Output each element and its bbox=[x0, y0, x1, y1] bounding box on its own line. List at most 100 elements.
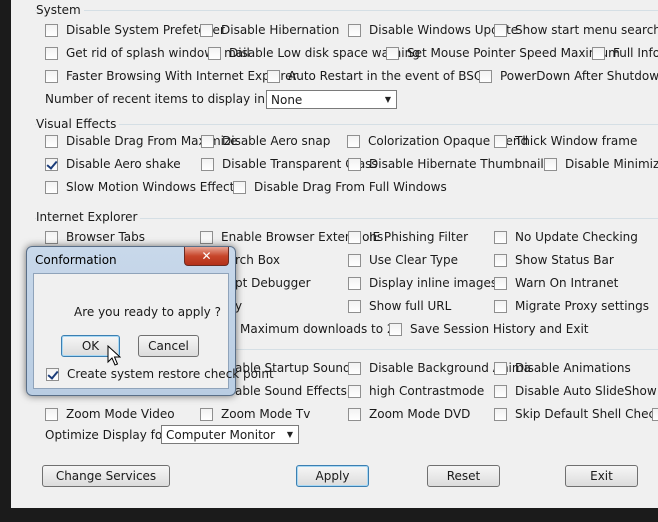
visual-group-title: Visual Effects bbox=[36, 117, 120, 131]
checkbox-inline-images[interactable]: Display inline images bbox=[348, 275, 497, 291]
apply-button[interactable]: Apply bbox=[296, 465, 369, 487]
checkbox-box[interactable] bbox=[652, 407, 658, 421]
checkbox-box[interactable] bbox=[494, 361, 507, 375]
checkbox-migrate-proxy[interactable]: Migrate Proxy settings bbox=[494, 298, 649, 314]
checkbox-box[interactable] bbox=[348, 361, 361, 375]
checkbox-disable-minimize[interactable]: Disable Minimize an bbox=[544, 156, 658, 172]
checkbox-box[interactable] bbox=[233, 180, 246, 194]
sound-effects-label: able Sound Effects bbox=[235, 384, 347, 398]
dialog-body: Are you ready to apply ? OK Cancel Creat… bbox=[33, 273, 274, 389]
checkbox-status-bar[interactable]: Show Status Bar bbox=[494, 252, 614, 268]
checkbox-box[interactable] bbox=[494, 230, 507, 244]
checkbox-box[interactable] bbox=[494, 407, 507, 421]
max-downloads-label: Maximum downloads to 20 bbox=[240, 322, 403, 336]
checkbox-disable-animations[interactable]: Disable Animations bbox=[494, 360, 631, 376]
checkbox-show-start-search[interactable]: Show start menu search bbox=[494, 22, 658, 38]
change-services-button[interactable]: Change Services bbox=[42, 465, 170, 487]
checkbox-slow-motion[interactable]: Slow Motion Windows Effects bbox=[45, 179, 241, 195]
checkbox-box[interactable] bbox=[45, 46, 58, 60]
checkbox-mouse-speed[interactable]: Set Mouse Pointer Speed Maximum bbox=[386, 45, 620, 61]
checkbox-save-session[interactable]: Save Session History and Exit bbox=[389, 321, 589, 337]
dialog-title: Conformation bbox=[35, 253, 117, 267]
checkbox-full-url[interactable]: Show full URL bbox=[348, 298, 451, 314]
checkbox-disable-windows-update[interactable]: Disable Windows Update bbox=[348, 22, 518, 38]
exit-button[interactable]: Exit bbox=[565, 465, 638, 487]
jumplist-select[interactable]: None ▼ bbox=[266, 90, 397, 109]
mouse-pointer-icon bbox=[107, 345, 121, 366]
checkbox-zoom-video[interactable]: Zoom Mode Video bbox=[45, 406, 175, 422]
checkbox-skip-shell-check[interactable]: Skip Default Shell Check bbox=[494, 406, 658, 422]
checkbox-box[interactable] bbox=[200, 230, 213, 244]
optimize-display-label: Optimize Display for bbox=[45, 428, 168, 442]
checkbox-restore-point[interactable]: Create system restore check point bbox=[46, 366, 274, 382]
system-group-title: System bbox=[36, 3, 84, 17]
optimize-display-select[interactable]: Computer Monitor ▼ bbox=[161, 425, 299, 444]
checkbox-aero-snap[interactable]: Disable Aero snap bbox=[201, 133, 330, 149]
cancel-button[interactable]: Cancel bbox=[138, 335, 199, 357]
checkbox-warn-intranet[interactable]: Warn On Intranet bbox=[494, 275, 618, 291]
checkbox-box[interactable] bbox=[45, 23, 58, 37]
checkbox-disable-prefetcher[interactable]: Disable System Prefetcher bbox=[45, 22, 225, 38]
ie-search-box-label: rch Box bbox=[235, 253, 280, 267]
checkbox-box[interactable] bbox=[544, 157, 557, 171]
checkbox-no-update-checking[interactable]: No Update Checking bbox=[494, 229, 638, 245]
checkbox-box[interactable] bbox=[45, 180, 58, 194]
checkbox-box[interactable] bbox=[348, 23, 361, 37]
checkbox-box[interactable] bbox=[200, 407, 213, 421]
checkbox-box[interactable] bbox=[494, 384, 507, 398]
ie-script-debugger-label: pt Debugger bbox=[235, 276, 311, 290]
checkbox-box[interactable] bbox=[348, 276, 361, 290]
checkbox-box[interactable] bbox=[201, 134, 214, 148]
system-group-border bbox=[35, 10, 658, 12]
checkbox-aero-shake[interactable]: Disable Aero shake bbox=[45, 156, 181, 172]
checkbox-box[interactable] bbox=[200, 23, 213, 37]
checkbox-box-checked[interactable] bbox=[46, 367, 59, 381]
checkbox-box[interactable] bbox=[348, 253, 361, 267]
checkbox-box[interactable] bbox=[494, 253, 507, 267]
checkbox-box[interactable] bbox=[494, 299, 507, 313]
checkbox-box-checked[interactable] bbox=[45, 157, 58, 171]
checkbox-box[interactable] bbox=[592, 46, 605, 60]
checkbox-auto-slideshow[interactable]: Disable Auto SlideShow bbox=[494, 383, 657, 399]
checkbox-box[interactable] bbox=[45, 407, 58, 421]
reset-button[interactable]: Reset bbox=[427, 465, 500, 487]
checkbox-full-inform[interactable]: Full Inform bbox=[592, 45, 658, 61]
checkbox-box[interactable] bbox=[386, 46, 399, 60]
checkbox-box[interactable] bbox=[45, 69, 58, 83]
checkbox-box[interactable] bbox=[45, 134, 58, 148]
checkbox-box[interactable] bbox=[347, 134, 360, 148]
checkbox-box[interactable] bbox=[348, 299, 361, 313]
checkbox-box[interactable] bbox=[389, 322, 402, 336]
checkbox-zoom-tv[interactable]: Zoom Mode Tv bbox=[200, 406, 310, 422]
checkbox-box[interactable] bbox=[348, 384, 361, 398]
checkbox-box[interactable] bbox=[267, 69, 280, 83]
chevron-down-icon: ▼ bbox=[286, 430, 294, 439]
checkbox-box[interactable] bbox=[494, 276, 507, 290]
checkbox-box[interactable] bbox=[348, 157, 361, 171]
checkbox-powerdown[interactable]: PowerDown After Shutdown bbox=[479, 68, 658, 84]
checkbox-box[interactable] bbox=[348, 230, 361, 244]
checkbox-auto-restart-bsod[interactable]: Auto Restart in the event of BSOD bbox=[267, 68, 493, 84]
checkbox-box[interactable] bbox=[201, 157, 214, 171]
checkbox-disable-hibernation[interactable]: Disable Hibernation bbox=[200, 22, 339, 38]
checkbox-hibernate-thumbnails[interactable]: Disable Hibernate Thumbnails bbox=[348, 156, 550, 172]
checkbox-box[interactable] bbox=[348, 407, 361, 421]
checkbox-drag-full-windows[interactable]: Disable Drag From Full Windows bbox=[233, 179, 447, 195]
checkbox-clear-type[interactable]: Use Clear Type bbox=[348, 252, 458, 268]
checkbox-box[interactable] bbox=[45, 230, 58, 244]
checkbox-thick-window-frame[interactable]: Thick Window frame bbox=[494, 133, 637, 149]
checkbox-offscreen[interactable] bbox=[652, 406, 658, 422]
visual-group-border bbox=[35, 124, 658, 126]
checkbox-high-contrast[interactable]: high Contrastmode bbox=[348, 383, 484, 399]
close-icon[interactable]: ✕ bbox=[184, 247, 229, 266]
ie-partial-label: y bbox=[235, 299, 243, 313]
checkbox-box[interactable] bbox=[208, 46, 221, 60]
checkbox-faster-browsing[interactable]: Faster Browsing With Internet Explorer bbox=[45, 68, 297, 84]
checkbox-zoom-dvd[interactable]: Zoom Mode DVD bbox=[348, 406, 470, 422]
checkbox-box[interactable] bbox=[494, 23, 507, 37]
checkbox-box[interactable] bbox=[494, 134, 507, 148]
confirmation-dialog: Conformation ✕ Are you ready to apply ? … bbox=[26, 246, 274, 396]
checkbox-box[interactable] bbox=[479, 69, 492, 83]
checkbox-browser-tabs[interactable]: Browser Tabs bbox=[45, 229, 145, 245]
checkbox-phishing-filter[interactable]: IE Phishing Filter bbox=[348, 229, 468, 245]
